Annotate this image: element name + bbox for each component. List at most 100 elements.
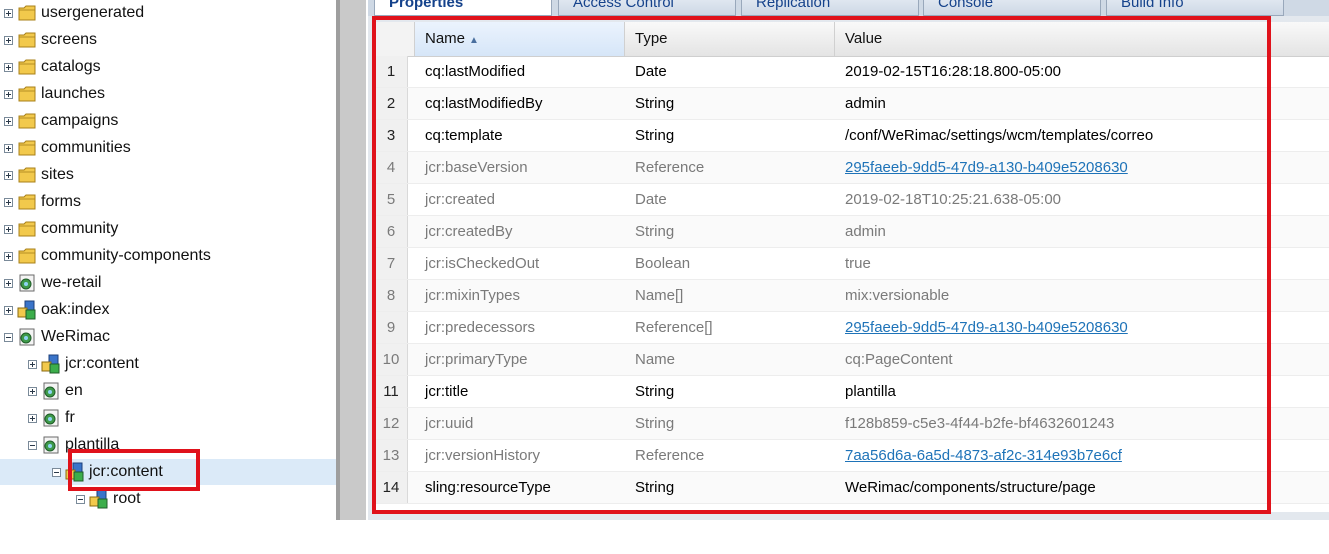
table-row[interactable]: 14 sling:resourceType String WeRimac/compon… xyxy=(375,472,1329,504)
tree-node[interactable]: communities xyxy=(4,135,131,161)
tree-node[interactable]: usergenerated xyxy=(4,0,144,26)
cell-name: jcr:createdBy xyxy=(425,223,513,240)
table-row[interactable]: 12 jcr:uuid String f128b859-c5e3-4f44-b2fe-… xyxy=(375,408,1329,440)
tree-node[interactable]: jcr:content xyxy=(28,351,139,377)
table-row[interactable]: 6 jcr:createdBy String admin xyxy=(375,216,1329,248)
tree-node[interactable]: root xyxy=(76,486,141,512)
splitter[interactable] xyxy=(336,0,366,520)
column-header-name[interactable]: Name ▲ xyxy=(415,22,625,56)
tree-node[interactable]: community-components xyxy=(4,243,211,269)
tab-build-info[interactable]: Build Info xyxy=(1106,0,1284,16)
table-row[interactable]: 4 jcr:baseVersion Reference 295faeeb-9dd5-4… xyxy=(375,152,1329,184)
row-number: 14 xyxy=(375,472,408,503)
tab-replication[interactable]: Replication xyxy=(741,0,919,16)
node-icon xyxy=(41,354,61,374)
expand-icon[interactable] xyxy=(4,62,13,72)
expand-icon[interactable] xyxy=(4,116,13,126)
tree-node[interactable]: screens xyxy=(4,27,97,53)
table-row[interactable]: 5 jcr:created Date 2019-02-18T10:25:21.638-… xyxy=(375,184,1329,216)
cell-name: jcr:uuid xyxy=(425,415,474,432)
tab-access-control[interactable]: Access Control xyxy=(558,0,736,16)
table-row[interactable]: 3 cq:template String/conf/WeRimac/settings… xyxy=(375,120,1329,152)
folder-icon xyxy=(17,192,37,212)
collapse-icon[interactable] xyxy=(4,332,13,342)
expand-icon[interactable] xyxy=(4,251,13,261)
expand-icon[interactable] xyxy=(4,224,13,234)
reference-link[interactable]: 295faeeb-9dd5-47d9-a130-b409e5208630 xyxy=(845,159,1128,176)
tree-node[interactable]: en xyxy=(28,378,83,404)
table-row[interactable]: 9 jcr:predecessors Reference[] 295faeeb-9dd… xyxy=(375,312,1329,344)
expand-icon[interactable] xyxy=(28,413,37,423)
folder-icon xyxy=(17,138,37,158)
expand-icon[interactable] xyxy=(28,359,37,369)
cell-name: jcr:mixinTypes xyxy=(425,287,521,304)
tree-node[interactable]: we-retail xyxy=(4,270,101,296)
tree-node[interactable]: plantilla xyxy=(28,432,119,458)
tree-node[interactable]: community xyxy=(4,216,118,242)
cell-type: Reference[] xyxy=(635,319,713,336)
collapse-icon[interactable] xyxy=(76,494,85,504)
expand-icon[interactable] xyxy=(4,170,13,180)
reference-link[interactable]: 295faeeb-9dd5-47d9-a130-b409e5208630 xyxy=(845,319,1128,336)
tab-console[interactable]: Console xyxy=(923,0,1101,16)
tree-node[interactable]: sites xyxy=(4,162,74,188)
row-number: 11 xyxy=(375,376,408,407)
cell-type: Date xyxy=(635,63,667,80)
cell-type: Reference xyxy=(635,159,705,176)
column-header-value[interactable]: Value xyxy=(835,22,1329,56)
page-node-icon xyxy=(17,327,37,347)
table-row[interactable]: 8 jcr:mixinTypes Name[] mix:versionable xyxy=(375,280,1329,312)
cell-type: Reference xyxy=(635,447,705,464)
table-row[interactable]: 13 jcr:versionHistory Reference 7aa56d6a-6a… xyxy=(375,440,1329,472)
collapse-icon[interactable] xyxy=(52,467,61,477)
cell-value: cq:PageContent xyxy=(845,351,953,368)
table-row[interactable]: 1 cq:lastModified Date 2019-02-15T16:28:18.… xyxy=(375,56,1329,88)
tab-properties[interactable]: Properties xyxy=(374,0,552,16)
expand-icon[interactable] xyxy=(4,143,13,153)
cell-type: String xyxy=(635,383,675,400)
repository-tree: usergenerated screens catalogs launches camp… xyxy=(0,0,336,520)
expand-icon[interactable] xyxy=(4,89,13,99)
page-node-icon xyxy=(41,381,61,401)
row-number: 2 xyxy=(375,88,408,119)
folder-icon xyxy=(17,57,37,77)
expand-icon[interactable] xyxy=(4,278,13,288)
table-row[interactable]: 10 jcr:primaryType Name cq:PageContent xyxy=(375,344,1329,376)
page-node-icon xyxy=(41,435,61,455)
cell-name: jcr:versionHistory xyxy=(425,447,541,464)
tree-node[interactable]: catalogs xyxy=(4,54,101,80)
collapse-icon[interactable] xyxy=(28,440,37,450)
expand-icon[interactable] xyxy=(28,386,37,396)
table-row[interactable]: 7 jcr:isCheckedOut Boolean true xyxy=(375,248,1329,280)
cell-name: cq:lastModifiedBy xyxy=(425,95,543,112)
table-row[interactable]: 2 cq:lastModifiedBy String admin xyxy=(375,88,1329,120)
tree-node[interactable]: forms xyxy=(4,189,81,215)
expand-icon[interactable] xyxy=(4,35,13,45)
column-label: Type xyxy=(635,30,668,47)
folder-icon xyxy=(17,30,37,50)
tree-node[interactable]: fr xyxy=(28,405,75,431)
table-row[interactable]: 11 jcr:title String plantilla xyxy=(375,376,1329,408)
tree-node-label: oak:index xyxy=(41,301,110,318)
expand-icon[interactable] xyxy=(4,305,13,315)
tree-node[interactable]: campaigns xyxy=(4,108,118,134)
cell-type: Name[] xyxy=(635,287,684,304)
row-number: 3 xyxy=(375,120,408,151)
tab-bar: Properties Access Control Replication Co… xyxy=(368,0,1329,16)
tree-node[interactable]: oak:index xyxy=(4,297,110,323)
sort-ascending-icon: ▲ xyxy=(469,35,479,46)
properties-panel: Properties Access Control Replication Co… xyxy=(368,0,1329,520)
row-number: 1 xyxy=(375,56,408,87)
cell-name: jcr:primaryType xyxy=(425,351,528,368)
node-icon xyxy=(65,462,85,482)
tab-label: Build Info xyxy=(1121,0,1184,11)
cell-name: cq:lastModified xyxy=(425,63,526,80)
expand-icon[interactable] xyxy=(4,8,13,18)
column-header-type[interactable]: Type xyxy=(625,22,835,56)
reference-link[interactable]: 7aa56d6a-6a5d-4873-af2c-314e93b7e6cf xyxy=(845,447,1122,464)
expand-icon[interactable] xyxy=(4,197,13,207)
tree-node[interactable]: jcr:content xyxy=(0,459,336,485)
tree-node[interactable]: launches xyxy=(4,81,105,107)
tree-node[interactable]: WeRimac xyxy=(4,324,110,350)
tree-node-label: campaigns xyxy=(41,112,119,129)
